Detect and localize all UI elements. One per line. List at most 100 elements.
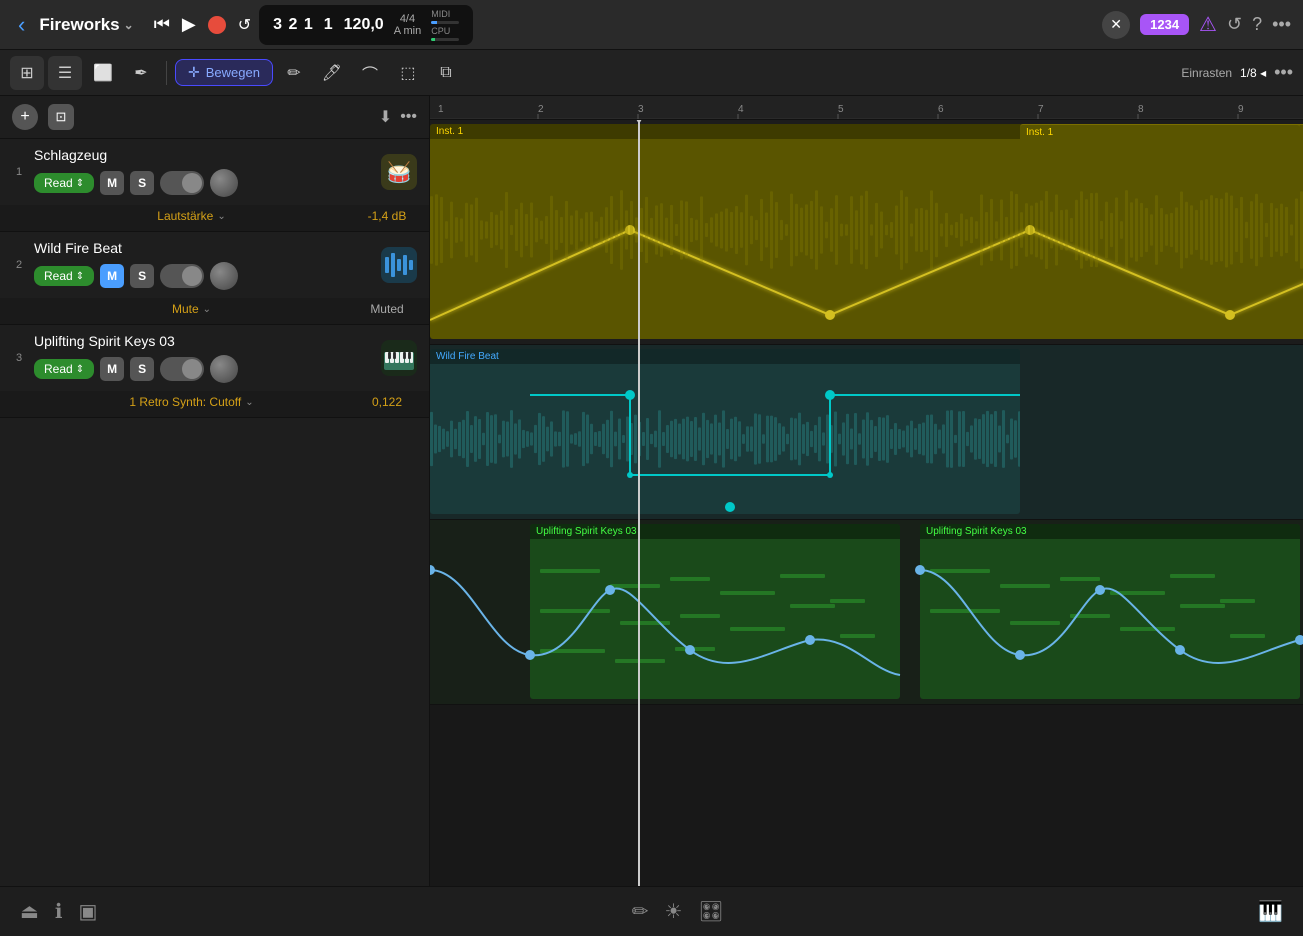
info-icon[interactable]: ℹ (55, 899, 63, 924)
track-name-col-2: Wild Fire Beat Read ⇕ M S (34, 240, 373, 290)
track-icon-3 (381, 340, 417, 376)
track3-start-1[interactable] (430, 565, 435, 575)
volume-knob-1[interactable] (210, 169, 238, 197)
loop-button[interactable]: ↺ (238, 15, 251, 35)
track3-bg: Uplifting Spirit Keys 03 (430, 520, 1303, 705)
layout-icon[interactable]: ▣ (79, 899, 98, 924)
copy-tool-button[interactable]: ⧉ (429, 56, 463, 90)
list-tool-button[interactable]: ☰ (48, 56, 82, 90)
volume-knob-2[interactable] (210, 262, 238, 290)
svg-text:4: 4 (738, 104, 744, 115)
track-icon-2 (381, 247, 417, 283)
pencil-tool-button[interactable]: ✏ (277, 56, 311, 90)
toggle-2[interactable] (160, 264, 204, 288)
x-button[interactable]: ✕ (1102, 11, 1130, 39)
toolbar: ⊞ ☰ ⬜ ✒ ✛ Bewegen ✏ 🖊 ⌒ ⬚ ⧉ Einrasten 1/… (0, 50, 1303, 96)
window-tool-button[interactable]: ⬜ (86, 56, 120, 90)
solo-button-2[interactable]: S (130, 264, 154, 288)
bottom-right: 🎹 (1258, 899, 1283, 924)
auto-chevron-icon-2: ⌄ (203, 304, 211, 315)
toolbar-dots-button[interactable]: ••• (1274, 62, 1293, 83)
track-number-1: 1 (12, 166, 26, 178)
track-info-3: 3 Uplifting Spirit Keys 03 Read ⇕ M S (0, 325, 429, 391)
auto-param-1[interactable]: Lautstärke ⌄ (34, 209, 349, 223)
solo-button-1[interactable]: S (130, 171, 154, 195)
loop2-icon[interactable]: ↺ (1227, 14, 1242, 35)
back-button[interactable]: ‹ (12, 8, 31, 42)
einrasten-value[interactable]: 1/8 ◂ (1240, 66, 1266, 80)
rewind-button[interactable]: ⏮ (154, 14, 170, 35)
more-icon[interactable]: ••• (1272, 14, 1291, 35)
auto-value-3: 0,122 (357, 395, 417, 409)
svg-text:1: 1 (438, 104, 444, 115)
group-button[interactable]: ⊡ (48, 104, 74, 130)
track-name-3: Uplifting Spirit Keys 03 (34, 333, 373, 349)
select-tool-button[interactable]: ⬚ (391, 56, 425, 90)
auto-param-3[interactable]: 1 Retro Synth: Cutoff ⌄ (34, 395, 349, 409)
track-info-2: 2 Wild Fire Beat Read ⇕ M S (0, 232, 429, 298)
read-button-3[interactable]: Read ⇕ (34, 359, 94, 379)
track3-block-2[interactable]: Uplifting Spirit Keys 03 (920, 524, 1300, 699)
track3-block-1[interactable]: Uplifting Spirit Keys 03 (530, 524, 900, 699)
left-header-right: ⬇ ••• (379, 107, 417, 127)
bottom-bar: ⏏ ℹ ▣ ✏ ☀ 🎛 🎹 (0, 886, 1303, 936)
mute-button-2[interactable]: M (100, 264, 124, 288)
add-track-button[interactable]: + (12, 104, 38, 130)
toolbar-separator (166, 61, 167, 85)
automation-row-1: Lautstärke ⌄ -1,4 dB (0, 205, 429, 231)
auto-value-1: -1,4 dB (357, 209, 417, 223)
svg-text:8: 8 (1138, 104, 1144, 115)
track-name-col-1: Schlagzeug Read ⇕ M S (34, 147, 373, 197)
track-section-3: 3 Uplifting Spirit Keys 03 Read ⇕ M S (0, 325, 429, 418)
timeline-ruler: 1 2 3 4 5 6 7 8 9 (430, 96, 1303, 120)
track1-bg: Inst. 1 // generated inline Inst. 1 (430, 120, 1303, 345)
help-icon[interactable]: ? (1252, 14, 1262, 35)
mute-button-1[interactable]: M (100, 171, 124, 195)
record-button[interactable] (208, 16, 226, 34)
play-button[interactable]: ▶ (182, 14, 196, 35)
track2-label: Wild Fire Beat (430, 349, 1020, 364)
project-name[interactable]: Fireworks ⌄ (39, 15, 133, 35)
top-bar: ‹ Fireworks ⌄ ⏮ ▶ ↺ 3 2 1 1 120,0 4/4 A … (0, 0, 1303, 50)
track3-label-2: Uplifting Spirit Keys 03 (920, 524, 1300, 539)
left-panel: + ⊡ ⬇ ••• 1 Schlagzeug Read ⇕ M (0, 96, 430, 886)
solo-button-3[interactable]: S (130, 357, 154, 381)
sun-icon[interactable]: ☀ (664, 899, 682, 924)
bpm-display: 120,0 (344, 16, 384, 34)
eject-icon[interactable]: ⏏ (20, 899, 39, 924)
track-name-2: Wild Fire Beat (34, 240, 373, 256)
brush-tool-button[interactable]: 🖊 (315, 56, 349, 90)
grid-tool-button[interactable]: ⊞ (10, 56, 44, 90)
toggle-1[interactable] (160, 171, 204, 195)
svg-text:3: 3 (638, 104, 644, 115)
move-tool-button[interactable]: ✛ Bewegen (175, 59, 273, 86)
count-badge[interactable]: 1234 (1140, 14, 1189, 35)
read-button-2[interactable]: Read ⇕ (34, 266, 94, 286)
svg-text:6: 6 (938, 104, 944, 115)
main-area: + ⊡ ⬇ ••• 1 Schlagzeug Read ⇕ M (0, 96, 1303, 886)
left-header: + ⊡ ⬇ ••• (0, 96, 429, 139)
left-dots-button[interactable]: ••• (400, 108, 417, 126)
track-controls-2: Read ⇕ M S (34, 262, 373, 290)
position-321: 3 2 1 (273, 16, 314, 34)
pencil-bottom-icon[interactable]: ✏ (632, 899, 649, 924)
curve-tool-button[interactable]: ⌒ (353, 56, 387, 90)
warn-icon[interactable]: ⚠ (1199, 12, 1217, 37)
track3-midi-2 (920, 539, 1300, 689)
toggle-3[interactable] (160, 357, 204, 381)
auto-value-2: Muted (357, 302, 417, 316)
eq-icon[interactable]: 🎛 (698, 899, 723, 924)
read-button-1[interactable]: Read ⇕ (34, 173, 94, 193)
track1-inst-block-3[interactable]: Inst. 1 (1020, 124, 1300, 339)
track2-block[interactable]: Wild Fire Beat (430, 349, 1020, 514)
cursor-icon: ✛ (188, 64, 200, 81)
read-arrow-icon-2: ⇕ (76, 271, 84, 282)
piano-icon[interactable]: 🎹 (1258, 899, 1283, 924)
mute-button-3[interactable]: M (100, 357, 124, 381)
download-button[interactable]: ⬇ (379, 107, 392, 127)
track2-bg: Wild Fire Beat (430, 345, 1303, 520)
pen-tool-button[interactable]: ✒ (124, 56, 158, 90)
auto-param-2[interactable]: Mute ⌄ (34, 302, 349, 316)
svg-text:2: 2 (538, 104, 544, 115)
volume-knob-3[interactable] (210, 355, 238, 383)
